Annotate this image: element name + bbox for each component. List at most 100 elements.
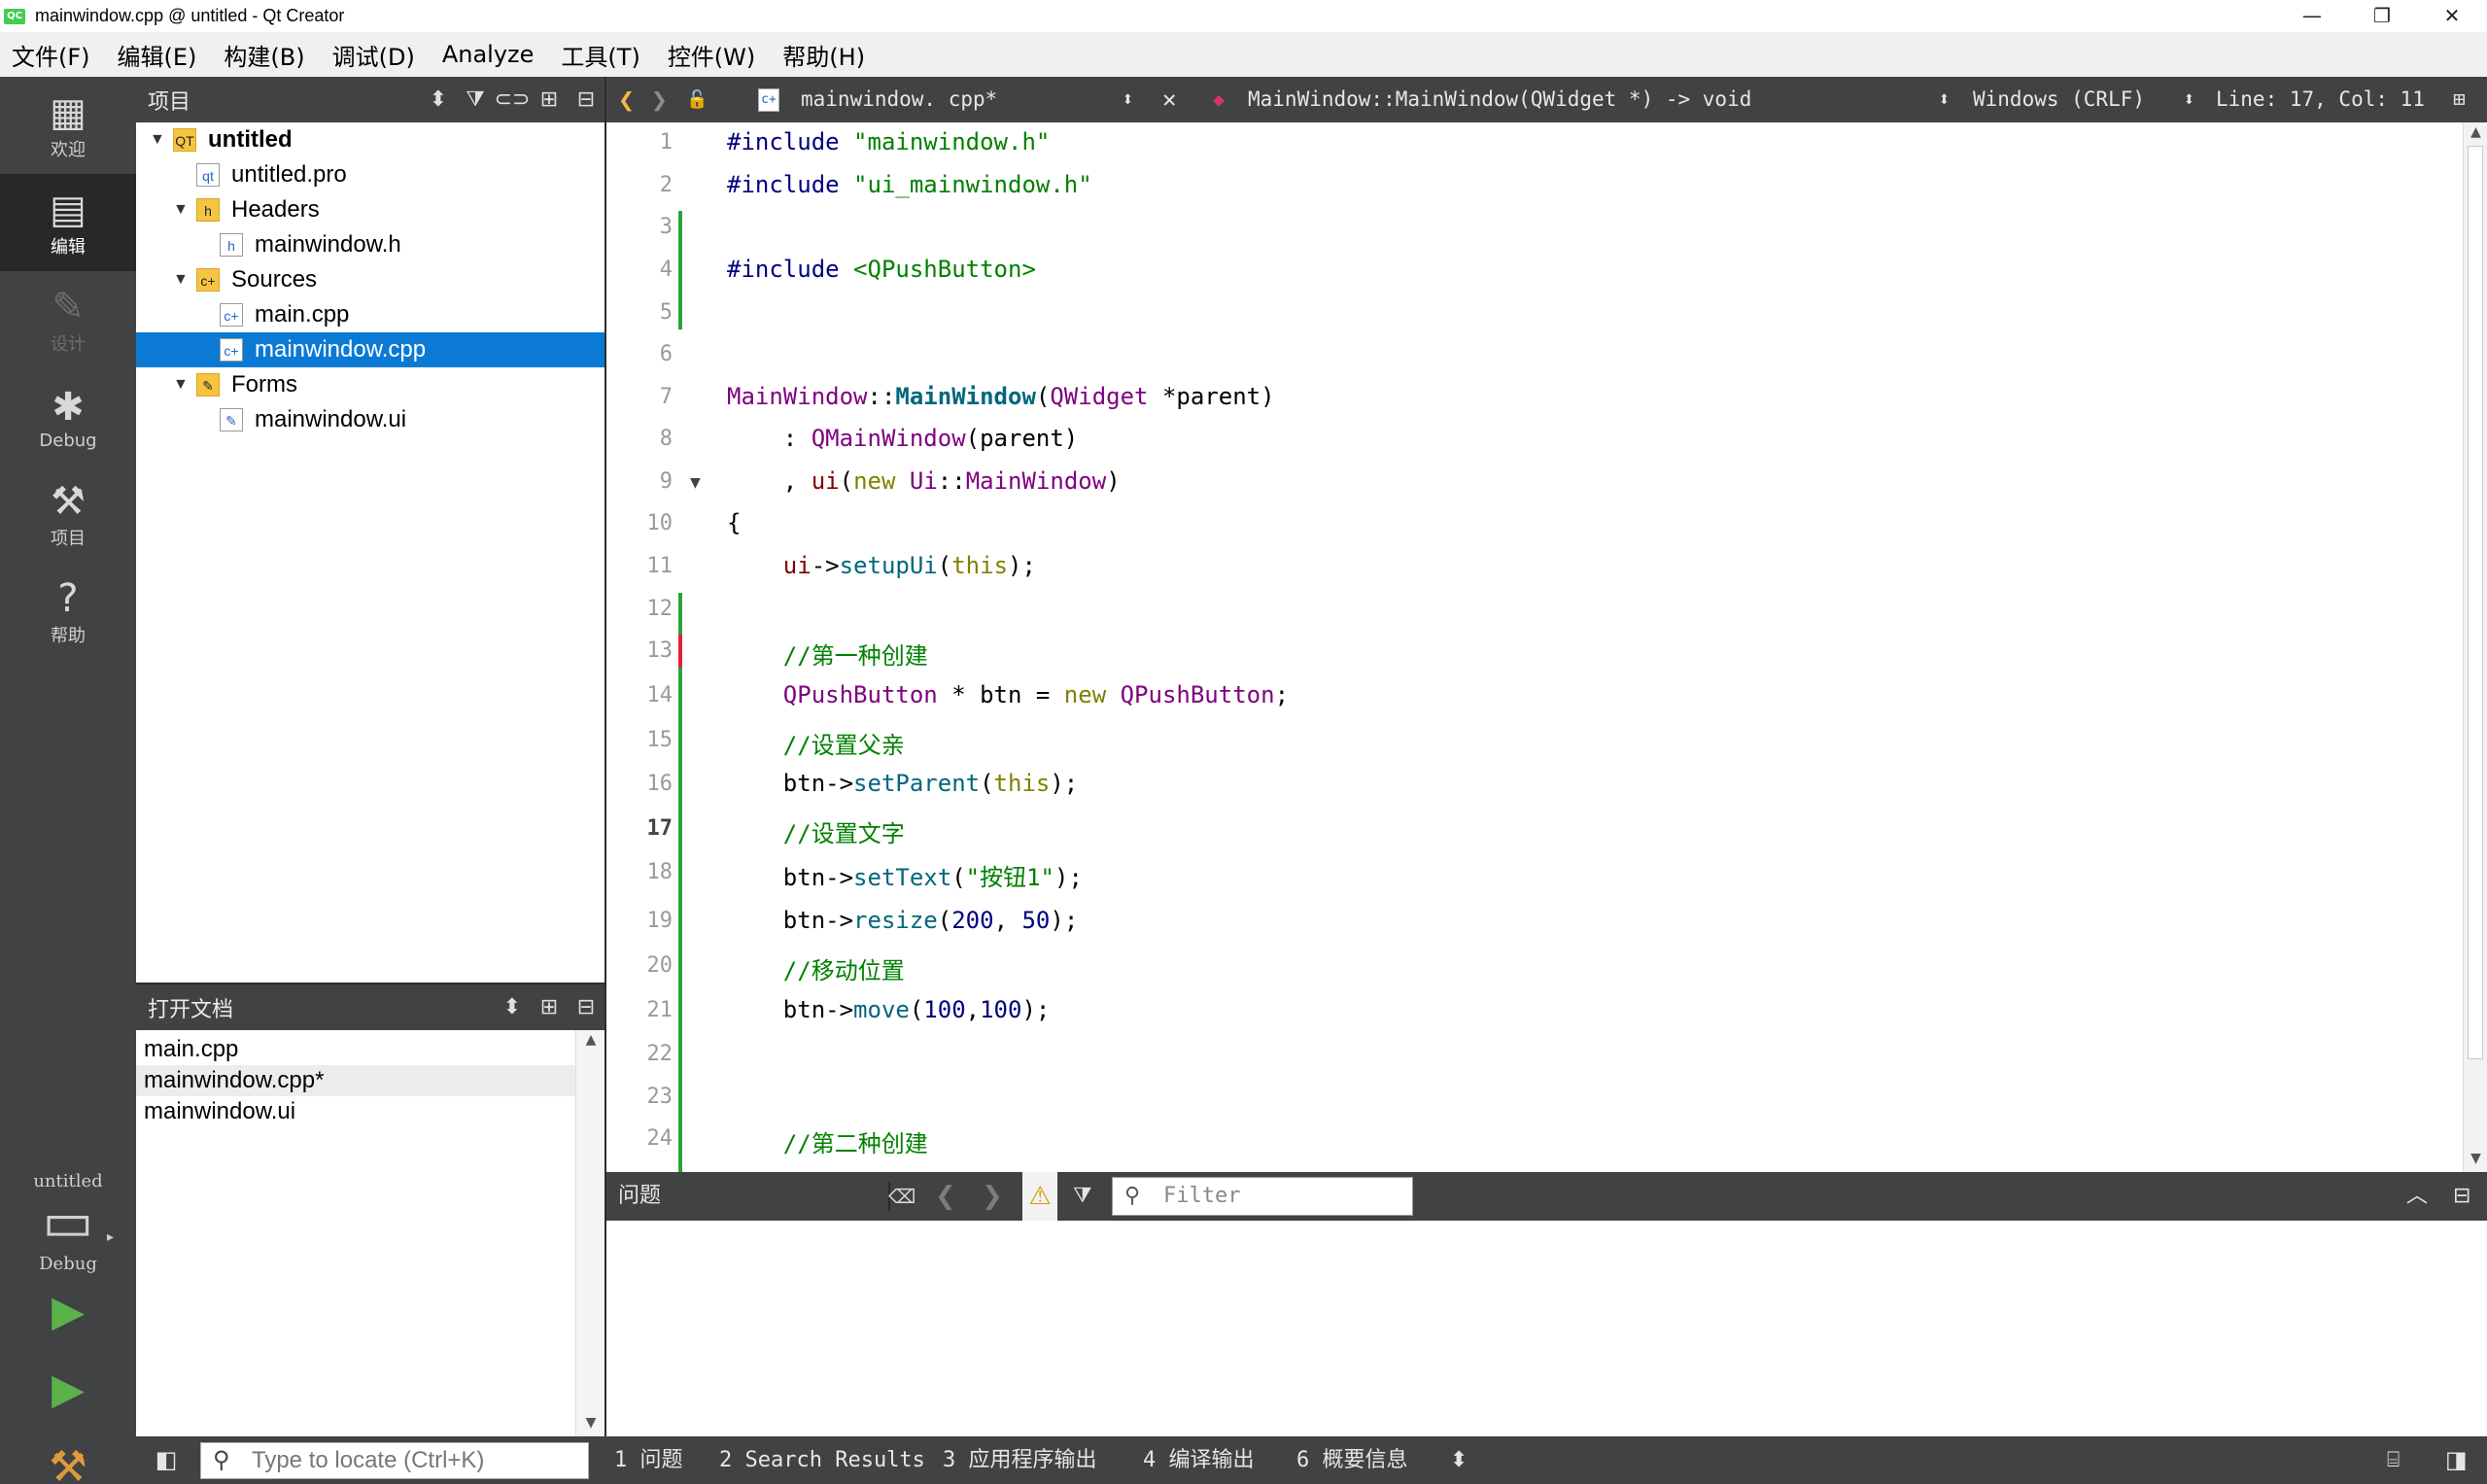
code-line[interactable]: : QMainWindow(parent): [727, 425, 1078, 452]
open-documents-scrollbar[interactable]: ▲ ▼: [575, 1030, 604, 1436]
menu-file[interactable]: 文件(F): [12, 38, 90, 72]
tree-item[interactable]: h mainwindow.h: [136, 227, 604, 262]
expand-arrow-icon[interactable]: ▼: [173, 201, 189, 219]
tab-general-messages[interactable]: 6 概要信息: [1296, 1436, 1408, 1484]
close-window-button[interactable]: ✕: [2420, 0, 2484, 32]
menu-help[interactable]: 帮助(H): [782, 38, 865, 72]
tab-search-results[interactable]: 2 Search Results: [719, 1436, 925, 1484]
scroll-up-icon[interactable]: ▲: [576, 1032, 605, 1048]
tree-item[interactable]: ▼ h Headers: [136, 192, 604, 227]
close-pane-icon[interactable]: ⊟: [568, 87, 604, 112]
expand-arrow-icon[interactable]: ▼: [150, 131, 165, 149]
tab-application-output[interactable]: 3 应用程序输出: [943, 1436, 1097, 1484]
view-combo-arrow-icon[interactable]: ⬍: [420, 87, 457, 112]
code-line[interactable]: //第二种创建: [727, 1124, 928, 1158]
locator-input[interactable]: ⚲ Type to locate (Ctrl+K): [200, 1442, 589, 1479]
split-editor-icon[interactable]: ⊞: [2453, 77, 2466, 122]
mode-grid[interactable]: ▦ 欢迎: [0, 77, 136, 174]
cursor-position[interactable]: Line: 17, Col: 11: [2216, 77, 2425, 122]
code-line[interactable]: {: [727, 509, 741, 536]
tree-item[interactable]: ✎ mainwindow.ui: [136, 402, 604, 437]
menu-debug[interactable]: 调试(D): [332, 38, 415, 72]
minimize-button[interactable]: —: [2280, 0, 2344, 32]
tab-issues[interactable]: 1 问题: [614, 1436, 683, 1484]
debug-run-button[interactable]: ▶: [0, 1356, 136, 1424]
code-line[interactable]: //移动位置: [727, 951, 905, 985]
menu-analyze[interactable]: Analyze: [442, 41, 535, 68]
navigate-back-icon[interactable]: ❮: [618, 77, 635, 122]
issues-list[interactable]: [606, 1221, 2487, 1436]
code-line[interactable]: #include "ui_mainwindow.h": [727, 171, 1092, 198]
clear-issues-icon[interactable]: ⌫: [888, 1172, 915, 1221]
restore-button[interactable]: ❐: [2350, 0, 2414, 32]
mode-help[interactable]: ? 帮助: [0, 563, 136, 660]
run-button[interactable]: ▶: [0, 1278, 136, 1346]
expand-arrow-icon[interactable]: ▼: [173, 271, 189, 289]
next-issue-icon[interactable]: ❯: [982, 1172, 1003, 1221]
mode-document[interactable]: ▤ 编辑: [0, 174, 136, 271]
mode-bug[interactable]: ✱ Debug: [0, 368, 136, 466]
open-document-item[interactable]: mainwindow.ui: [136, 1096, 575, 1127]
open-document-item[interactable]: main.cpp: [136, 1034, 575, 1065]
issues-filter-input[interactable]: ⚲ Filter: [1112, 1177, 1413, 1216]
tab-compile-output[interactable]: 4 编译输出: [1143, 1436, 1255, 1484]
code-line[interactable]: btn->setParent(this);: [727, 770, 1078, 797]
document-combo[interactable]: mainwindow. cpp*: [801, 77, 997, 122]
navigate-forward-icon[interactable]: ❯: [651, 77, 668, 122]
horizontal-splitter[interactable]: [136, 983, 604, 984]
menu-edit[interactable]: 编辑(E): [118, 38, 197, 72]
tree-item[interactable]: ▼ c+ Sources: [136, 262, 604, 297]
view-combo-arrow-icon[interactable]: ⬍: [494, 995, 531, 1019]
combo-arrow-icon[interactable]: ⬍: [2183, 77, 2195, 122]
toggle-left-sidebar-icon[interactable]: ◧: [150, 1436, 183, 1484]
code-editor[interactable]: 1 2 3 4 5 6 7 8 9 ▼ 10 11 12 13 14 15 16 17 18 19 20 21 22 23 24…: [606, 122, 2463, 1172]
code-line[interactable]: btn->setText("按钮1");: [727, 858, 1083, 892]
build-hammer-button[interactable]: ⚒: [0, 1433, 136, 1484]
filter-icon[interactable]: ⧩: [457, 87, 494, 112]
code-line[interactable]: //设置父亲: [727, 726, 905, 760]
close-pane-icon[interactable]: ⊟: [2453, 1172, 2470, 1221]
menu-controls[interactable]: 控件(W): [668, 38, 755, 72]
code-line[interactable]: ui->setupUi(this);: [727, 552, 1036, 579]
lock-icon[interactable]: 🔓: [686, 77, 708, 122]
tree-item[interactable]: ▼ QT untitled: [136, 122, 604, 157]
tree-item[interactable]: c+ main.cpp: [136, 297, 604, 332]
tree-item[interactable]: c+ mainwindow.cpp: [136, 332, 604, 367]
warnings-toggle-icon[interactable]: ⚠: [1022, 1172, 1057, 1221]
scroll-up-icon[interactable]: ▲: [2464, 124, 2487, 140]
open-document-item[interactable]: mainwindow.cpp*: [136, 1065, 575, 1096]
mode-pencil[interactable]: ✎ 设计: [0, 271, 136, 368]
previous-issue-icon[interactable]: ❮: [935, 1172, 956, 1221]
scroll-down-icon[interactable]: ▼: [2464, 1151, 2487, 1166]
code-line[interactable]: #include <QPushButton>: [727, 256, 1036, 283]
progress-details-icon[interactable]: ⌸: [2387, 1436, 2400, 1484]
code-line[interactable]: //第一种创建: [727, 637, 928, 671]
toggle-right-sidebar-icon[interactable]: ◨: [2445, 1436, 2468, 1484]
expand-arrow-icon[interactable]: ▼: [173, 376, 189, 394]
filter-icon[interactable]: ⧩: [1073, 1172, 1092, 1221]
menu-build[interactable]: 构建(B): [224, 38, 304, 72]
split-icon[interactable]: ⊞: [531, 995, 568, 1019]
code-line[interactable]: QPushButton * btn = new QPushButton;: [727, 681, 1289, 708]
line-endings-combo[interactable]: Windows (CRLF): [1973, 77, 2145, 122]
split-icon[interactable]: ⊞: [531, 87, 568, 112]
code-line[interactable]: , ui(new Ui::MainWindow): [727, 467, 1121, 495]
scrollbar-thumb[interactable]: [2468, 146, 2483, 1059]
code-line[interactable]: #include "mainwindow.h": [727, 128, 1050, 155]
collapse-pane-icon[interactable]: ︿: [2406, 1172, 2428, 1221]
tree-item[interactable]: ▼ ✎ Forms: [136, 367, 604, 402]
combo-arrow-icon[interactable]: ⬍: [1122, 77, 1134, 122]
combo-arrow-icon[interactable]: ⬍: [1938, 77, 1951, 122]
symbol-combo[interactable]: MainWindow::MainWindow(QWidget *) -> voi…: [1248, 77, 1751, 122]
menu-tools[interactable]: 工具(T): [561, 38, 639, 72]
code-line[interactable]: btn->move(100,100);: [727, 996, 1051, 1023]
close-document-icon[interactable]: ✕: [1162, 77, 1176, 122]
scroll-down-icon[interactable]: ▼: [576, 1415, 605, 1431]
close-pane-icon[interactable]: ⊟: [568, 995, 604, 1019]
editor-scrollbar[interactable]: ▲ ▼: [2463, 122, 2487, 1172]
code-line[interactable]: //设置文字: [727, 814, 905, 848]
output-tabs-arrow-icon[interactable]: ⬍: [1450, 1436, 1468, 1484]
fold-marker-icon[interactable]: ▼: [690, 475, 701, 491]
vertical-splitter[interactable]: [604, 77, 606, 1436]
code-line[interactable]: btn->resize(200, 50);: [727, 907, 1078, 934]
